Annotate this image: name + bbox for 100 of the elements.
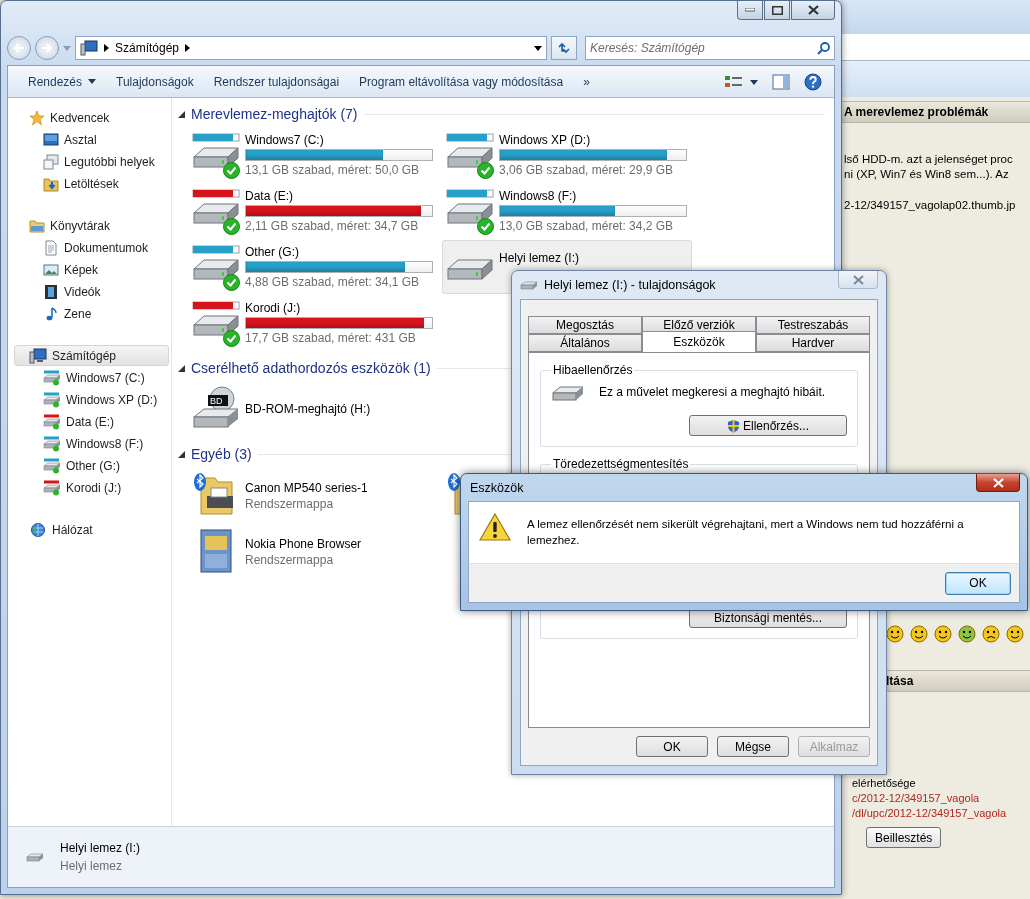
device-tile[interactable]: Canon MP540 series-1 Rendszermappa [188,468,438,522]
drive-icon [43,369,61,386]
tab[interactable]: Hardver [756,334,870,352]
library-icon [29,217,45,234]
search-box[interactable]: Keresés: Számítógép [585,36,835,60]
device-name: Nokia Phone Browser [245,537,362,551]
nav-item[interactable]: Zene [14,303,169,324]
nav-item[interactable]: Könyvtárak [14,215,169,236]
breadcrumb[interactable]: Számítógép [115,41,180,55]
help-icon[interactable] [804,72,822,91]
back-button[interactable] [7,36,31,60]
nav-item[interactable]: Legutóbbi helyek [14,151,169,172]
collapse-triangle-icon[interactable] [178,110,185,118]
film-icon [43,283,59,300]
group-title: Hibaellenőrzés [552,363,634,377]
shield-icon [727,418,740,433]
drive-name: BD-ROM-meghajtó (H:) [245,402,371,416]
more-commands-button[interactable]: » [573,69,600,94]
nav-item[interactable]: Windows8 (F:) [14,433,169,454]
action-button[interactable]: Ellenőrzés... [689,415,847,436]
smiley-icon[interactable] [934,625,952,643]
desktop-icon [43,131,59,148]
drive-tile[interactable]: BD BD-ROM-meghajtó (H:) [188,382,438,436]
tab[interactable]: Testreszabás [756,316,870,334]
drive-name: Other (G:) [245,245,300,259]
minimize-button[interactable] [737,1,763,20]
nav-item[interactable]: Kedvencek [14,107,169,128]
collapse-triangle-icon[interactable] [178,450,185,458]
minimize-icon [745,8,755,12]
drive-tile[interactable]: Windows7 (C:) 13,1 GB szabad, méret: 50,0 GB [188,128,438,182]
dialog-button[interactable]: Mégse [717,736,789,757]
drive-tile[interactable]: Korodi (J:) 17,7 GB szabad, méret: 431 GB [188,296,438,350]
toolbar-button[interactable]: Tulajdonságok [106,69,204,94]
device-tile[interactable]: Nokia Phone Browser Rendszermappa [188,524,438,578]
nav-item[interactable]: Letöltések [14,173,169,194]
nav-item[interactable]: Windows7 (C:) [14,367,169,388]
link[interactable]: /dl/upc/2012-12/349157_vagola [852,806,1030,821]
nav-item[interactable]: Asztal [14,129,169,150]
document-icon [43,239,59,256]
maximize-button[interactable] [764,1,790,20]
device-type: Rendszermappa [245,497,335,511]
dropdown-caret-icon[interactable] [534,45,542,51]
toolbar-button[interactable]: Program eltávolítása vagy módosítása [349,69,574,94]
caret-icon [88,79,97,84]
drive-name: Data (E:) [245,189,294,203]
group-title: Töredezettségmentesítés [552,457,690,471]
tab[interactable]: Eszközök [642,331,756,352]
nav-item[interactable]: Data (E:) [14,411,169,432]
downloads-folder-icon [43,175,59,192]
organize-menu-button[interactable]: Rendezés [18,69,107,94]
collapse-triangle-icon[interactable] [178,364,185,372]
smiley-icon[interactable] [1006,625,1024,643]
drive-name: Windows8 (F:) [499,189,578,203]
nav-item[interactable]: Képek [14,259,169,280]
drive-icon [43,457,61,474]
device-type: Rendszermappa [245,553,335,567]
ok-button[interactable]: OK [945,571,1011,595]
error-message: A lemez ellenőrzését nem sikerült végrehajtani, mert a Windows nem tud hozzáférni a lemezhez. [527,517,965,548]
close-icon [852,274,864,285]
nav-item[interactable]: Videók [14,281,169,302]
drive-tile[interactable]: Windows XP (D:) 3,06 GB szabad, méret: 29,9 GB [442,128,692,182]
dialog-title: Eszközök [469,480,524,495]
computer-icon [80,40,98,56]
label-text: elérhetősége [852,776,917,791]
group-heading: Merevlemez-meghajtók (7) [191,106,358,122]
nav-item[interactable]: Windows XP (D:) [14,389,169,410]
refresh-button[interactable] [551,36,577,60]
free-space-text: 13,1 GB szabad, méret: 50,0 GB [245,163,421,177]
nav-item[interactable]: Számítógép [14,345,169,366]
nav-item[interactable]: Korodi (J:) [14,477,169,498]
address-bar[interactable]: Számítógép [75,36,547,60]
network-globe-icon [29,521,47,538]
forward-button[interactable] [35,36,59,60]
dialog-button[interactable]: OK [636,736,708,757]
view-options-icon[interactable] [724,73,758,90]
drive-name: Windows7 (C:) [245,133,325,147]
close-icon [807,5,819,15]
smiley-icon[interactable] [886,625,904,643]
tab[interactable]: Megosztás [528,316,642,334]
picture-icon [43,261,59,278]
drive-icon [43,435,61,452]
drive-tile[interactable]: Windows8 (F:) 13,0 GB szabad, méret: 34,2 GB [442,184,692,238]
close-button[interactable] [976,474,1020,492]
computer-icon [29,347,47,364]
free-space-text: 13,0 GB szabad, méret: 34,2 GB [499,219,675,233]
link[interactable]: c/2012-12/349157_vagola [852,791,1030,806]
nav-item[interactable]: Other (G:) [14,455,169,476]
close-button[interactable] [791,1,835,20]
tab[interactable]: Általános [528,334,642,352]
insert-button[interactable]: Beillesztés [866,827,942,848]
smiley-icon[interactable] [910,625,928,643]
nav-item[interactable]: Dokumentumok [14,237,169,258]
free-space-text: 3,06 GB szabad, méret: 29,9 GB [499,163,675,177]
drive-tile[interactable]: Other (G:) 4,88 GB szabad, méret: 34,1 GB [188,240,438,294]
nav-item[interactable]: Hálózat [14,519,169,540]
smiley-icon[interactable] [982,625,1000,643]
post-text-line: ni (XP, Win7 és Win8 sem...). Az [843,167,1010,182]
smiley-icon[interactable] [958,625,976,643]
drive-tile[interactable]: Data (E:) 2,11 GB szabad, méret: 34,7 GB [188,184,438,238]
toolbar-button[interactable]: Rendszer tulajdonságai [203,69,350,94]
